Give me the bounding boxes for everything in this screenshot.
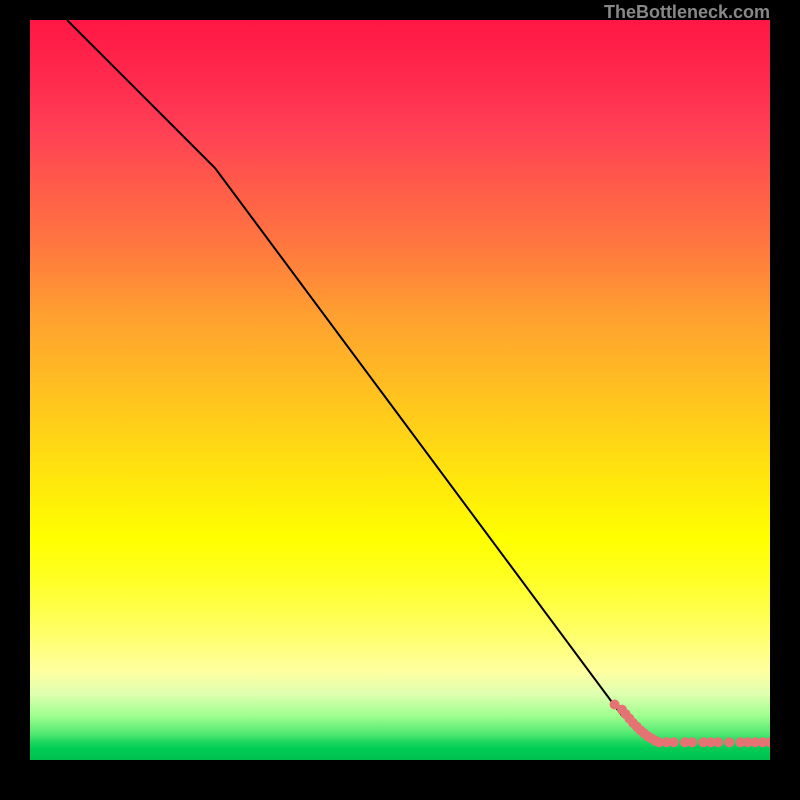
plot-gradient-background xyxy=(30,20,770,760)
chart-container xyxy=(30,20,770,760)
attribution-text: TheBottleneck.com xyxy=(604,2,770,23)
